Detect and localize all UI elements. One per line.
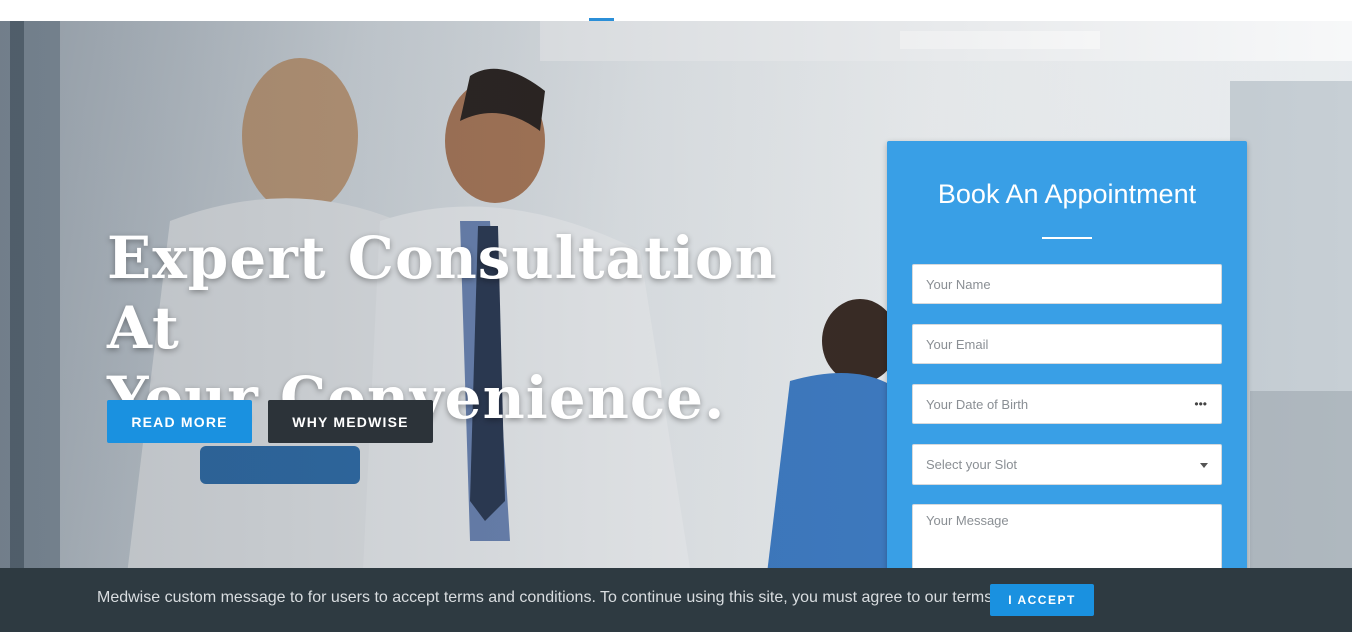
name-placeholder: Your Name <box>926 276 991 292</box>
slot-select[interactable]: Select your Slot <box>912 444 1222 485</box>
slot-placeholder: Select your Slot <box>926 457 1018 472</box>
email-input[interactable]: Your Email <box>912 324 1222 364</box>
more-options-icon[interactable]: ••• <box>1194 397 1207 411</box>
message-placeholder: Your Message <box>926 513 1009 528</box>
accept-terms-button[interactable]: I ACCEPT <box>990 584 1094 616</box>
appointment-form-panel: Book An Appointment Your Name Your Email… <box>887 141 1247 632</box>
read-more-button[interactable]: READ MORE <box>107 400 252 443</box>
date-of-birth-input[interactable]: Your Date of Birth ••• <box>912 384 1222 424</box>
top-navigation-bar <box>0 0 1352 21</box>
name-input[interactable]: Your Name <box>912 264 1222 304</box>
chevron-down-icon <box>1200 463 1208 468</box>
hero-section: Expert Consultation At Your Convenience.… <box>0 21 1352 632</box>
cookie-consent-banner: Medwise custom message to for users to a… <box>0 568 1352 632</box>
why-medwise-button[interactable]: WHY MEDWISE <box>268 400 433 443</box>
dob-placeholder: Your Date of Birth <box>926 396 1029 412</box>
title-divider <box>1042 237 1092 239</box>
cookie-message: Medwise custom message to for users to a… <box>97 589 997 606</box>
appointment-title: Book An Appointment <box>937 179 1197 209</box>
headline-line-1: Expert Consultation At <box>107 224 778 362</box>
email-placeholder: Your Email <box>926 336 989 352</box>
